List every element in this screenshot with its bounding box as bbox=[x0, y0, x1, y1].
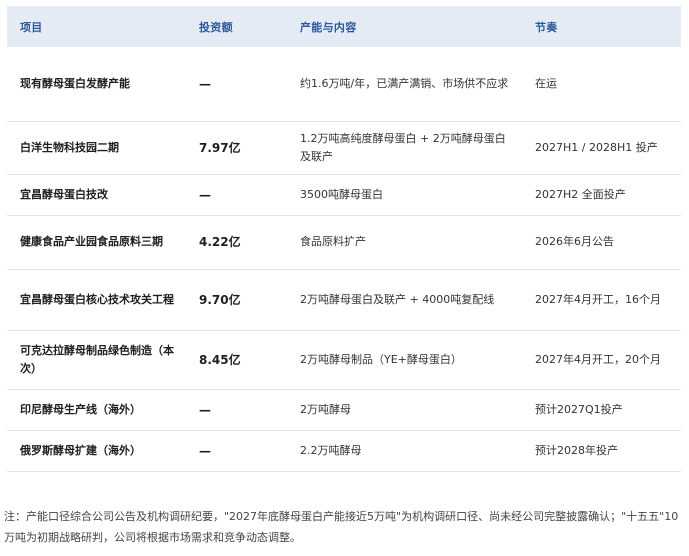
project-rhythm: 2027年4月开工，20个月 bbox=[522, 330, 681, 390]
project-rhythm: 在运 bbox=[522, 47, 681, 122]
investment-amount: 9.70亿 bbox=[186, 269, 287, 331]
project-rhythm: 2026年6月公告 bbox=[522, 215, 681, 270]
capacity-content: 食品原料扩产 bbox=[287, 215, 522, 270]
capacity-content: 2万吨酵母制品（YE+酵母蛋白） bbox=[287, 330, 522, 390]
table-row: 可克达拉酵母制品绿色制造（本次） 8.45亿 2万吨酵母制品（YE+酵母蛋白） … bbox=[7, 330, 681, 390]
project-name: 可克达拉酵母制品绿色制造（本次） bbox=[7, 330, 186, 390]
project-rhythm: 预计2028年投产 bbox=[522, 430, 681, 472]
project-rhythm: 2027H1 / 2028H1 投产 bbox=[522, 121, 681, 175]
table-row: 白洋生物科技园二期 7.97亿 1.2万吨高纯度酵母蛋白 + 2万吨酵母蛋白及联… bbox=[7, 121, 681, 175]
capacity-content: 3500吨酵母蛋白 bbox=[287, 174, 522, 216]
investment-amount: 8.45亿 bbox=[186, 330, 287, 390]
capacity-content: 1.2万吨高纯度酵母蛋白 + 2万吨酵母蛋白及联产 bbox=[287, 121, 522, 175]
project-name: 健康食品产业园食品原料三期 bbox=[7, 215, 186, 270]
investment-amount: — bbox=[186, 174, 287, 216]
project-name: 宜昌酵母蛋白核心技术攻关工程 bbox=[7, 269, 186, 331]
project-name: 现有酵母蛋白发酵产能 bbox=[7, 47, 186, 122]
capacity-content: 2万吨酵母 bbox=[287, 389, 522, 431]
investment-amount: 4.22亿 bbox=[186, 215, 287, 270]
project-rhythm: 2027年4月开工，16个月 bbox=[522, 269, 681, 331]
project-rhythm: 2027H2 全面投产 bbox=[522, 174, 681, 216]
table-row: 宜昌酵母蛋白核心技术攻关工程 9.70亿 2万吨酵母蛋白及联产 + 4000吨复… bbox=[7, 269, 681, 331]
investment-amount: — bbox=[186, 389, 287, 431]
header-investment: 投资额 bbox=[199, 20, 233, 34]
capacity-content: 约1.6万吨/年，已满产满销、市场供不应求 bbox=[287, 47, 522, 122]
table-row: 宜昌酵母蛋白技改 — 3500吨酵母蛋白 2027H2 全面投产 bbox=[7, 174, 681, 216]
table-row: 现有酵母蛋白发酵产能 — 约1.6万吨/年，已满产满销、市场供不应求 在运 bbox=[7, 47, 681, 122]
project-rhythm: 预计2027Q1投产 bbox=[522, 389, 681, 431]
header-project: 项目 bbox=[20, 20, 43, 34]
header-capacity-content: 产能与内容 bbox=[300, 20, 357, 34]
footnote: 注：产能口径综合公司公告及机构调研纪要，"2027年底酵母蛋白产能接近5万吨"为… bbox=[4, 510, 679, 544]
investment-amount: — bbox=[186, 47, 287, 122]
table-row: 印尼酵母生产线（海外） — 2万吨酵母 预计2027Q1投产 bbox=[7, 389, 681, 431]
project-name: 白洋生物科技园二期 bbox=[7, 121, 186, 175]
header-rhythm: 节奏 bbox=[535, 20, 558, 34]
investment-amount: 7.97亿 bbox=[186, 121, 287, 175]
project-name: 俄罗斯酵母扩建（海外） bbox=[7, 430, 186, 472]
capacity-table-container: 项目 投资额 产能与内容 节奏 现有酵母蛋白发酵产能 — 约1.6万吨/年，已满… bbox=[7, 6, 681, 472]
project-name: 宜昌酵母蛋白技改 bbox=[7, 174, 186, 216]
table-row: 健康食品产业园食品原料三期 4.22亿 食品原料扩产 2026年6月公告 bbox=[7, 215, 681, 270]
capacity-table: 项目 投资额 产能与内容 节奏 现有酵母蛋白发酵产能 — 约1.6万吨/年，已满… bbox=[7, 6, 681, 472]
project-name: 印尼酵母生产线（海外） bbox=[7, 389, 186, 431]
table-header-row: 项目 投资额 产能与内容 节奏 bbox=[7, 6, 681, 47]
table-row: 俄罗斯酵母扩建（海外） — 2.2万吨酵母 预计2028年投产 bbox=[7, 430, 681, 472]
capacity-content: 2.2万吨酵母 bbox=[287, 430, 522, 472]
capacity-content: 2万吨酵母蛋白及联产 + 4000吨复配线 bbox=[287, 269, 522, 331]
investment-amount: — bbox=[186, 430, 287, 472]
